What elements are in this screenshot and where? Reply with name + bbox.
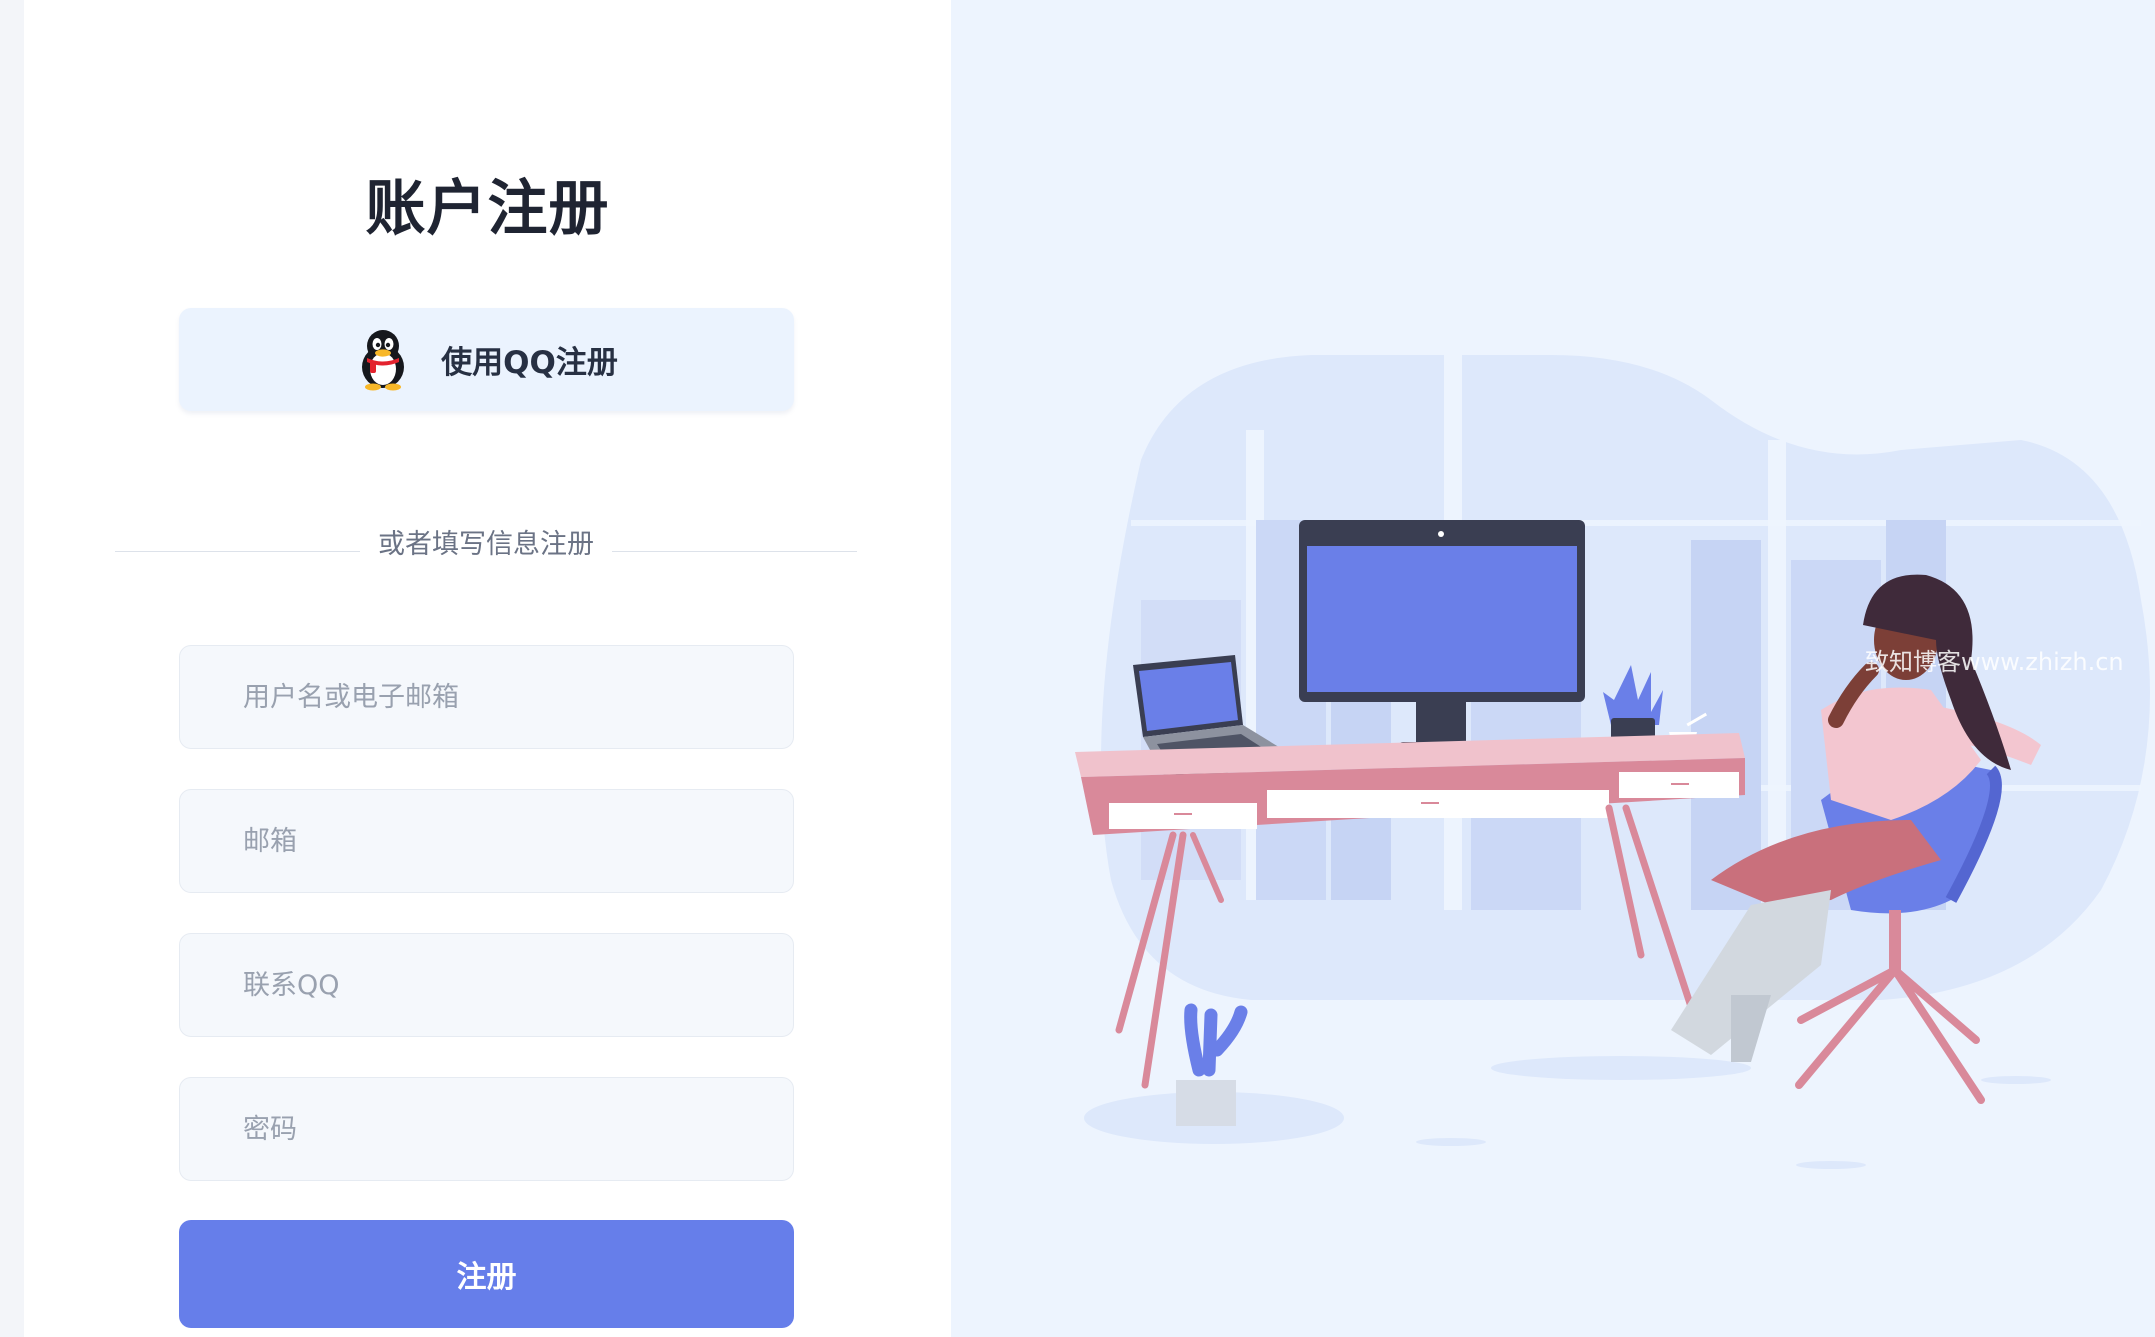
username-input[interactable] bbox=[179, 645, 794, 749]
qq-register-button[interactable]: 使用QQ注册 bbox=[179, 308, 794, 411]
qq-register-label: 使用QQ注册 bbox=[441, 345, 618, 381]
qq-number-input[interactable] bbox=[179, 933, 794, 1037]
register-page: 账户注册 使用QQ注册 或者填写信息注册 用户名或电子邮箱 邮箱 联系QQ 注册… bbox=[0, 0, 2155, 1337]
page-title: 账户注册 bbox=[365, 174, 610, 244]
left-edge-strip bbox=[0, 0, 25, 1337]
or-divider: 或者填写信息注册 bbox=[115, 522, 857, 564]
divider-line-right bbox=[612, 551, 857, 552]
qq-penguin-icon bbox=[362, 329, 405, 390]
register-submit-button[interactable]: 注册 bbox=[179, 1220, 794, 1328]
password-input[interactable] bbox=[179, 1077, 794, 1181]
register-form-panel: 账户注册 使用QQ注册 或者填写信息注册 用户名或电子邮箱 邮箱 联系QQ 注册 bbox=[24, 0, 951, 1337]
email-input[interactable] bbox=[179, 789, 794, 893]
watermark-text: 致知博客www.zhizh.cn bbox=[1865, 648, 2124, 676]
divider-text: 或者填写信息注册 bbox=[378, 529, 594, 560]
illustration-panel: 致知博客www.zhizh.cn bbox=[951, 0, 2155, 1337]
